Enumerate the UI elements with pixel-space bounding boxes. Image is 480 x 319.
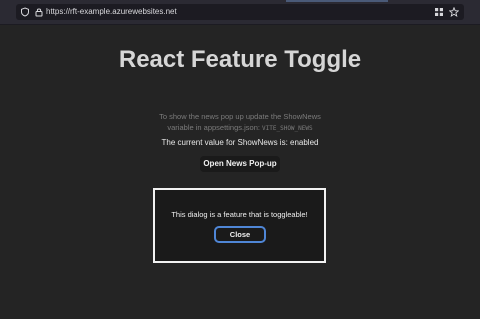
current-value-text: The current value for ShowNews is: enabl… xyxy=(161,138,319,147)
description: To show the news pop up update the ShowN… xyxy=(150,111,330,134)
shield-icon[interactable] xyxy=(20,7,30,17)
lock-icon[interactable] xyxy=(34,7,44,17)
page-content: React Feature Toggle To show the news po… xyxy=(0,24,480,319)
env-var-code: VITE_SHOW_NEWS xyxy=(262,125,313,132)
address-bar[interactable]: https://rft-example.azurewebsites.net xyxy=(16,4,464,20)
feature-dialog: This dialog is a feature that is togglea… xyxy=(153,188,326,263)
close-button[interactable]: Close xyxy=(214,226,266,243)
url-text[interactable]: https://rft-example.azurewebsites.net xyxy=(46,6,177,18)
grid-icon[interactable] xyxy=(434,7,444,17)
open-news-popup-button[interactable]: Open News Pop-up xyxy=(200,156,280,172)
page-title: React Feature Toggle xyxy=(118,46,362,73)
dialog-message: This dialog is a feature that is togglea… xyxy=(171,210,308,219)
star-icon[interactable] xyxy=(449,7,459,17)
active-tab-indicator xyxy=(286,0,388,2)
browser-toolbar: https://rft-example.azurewebsites.net xyxy=(0,0,480,25)
